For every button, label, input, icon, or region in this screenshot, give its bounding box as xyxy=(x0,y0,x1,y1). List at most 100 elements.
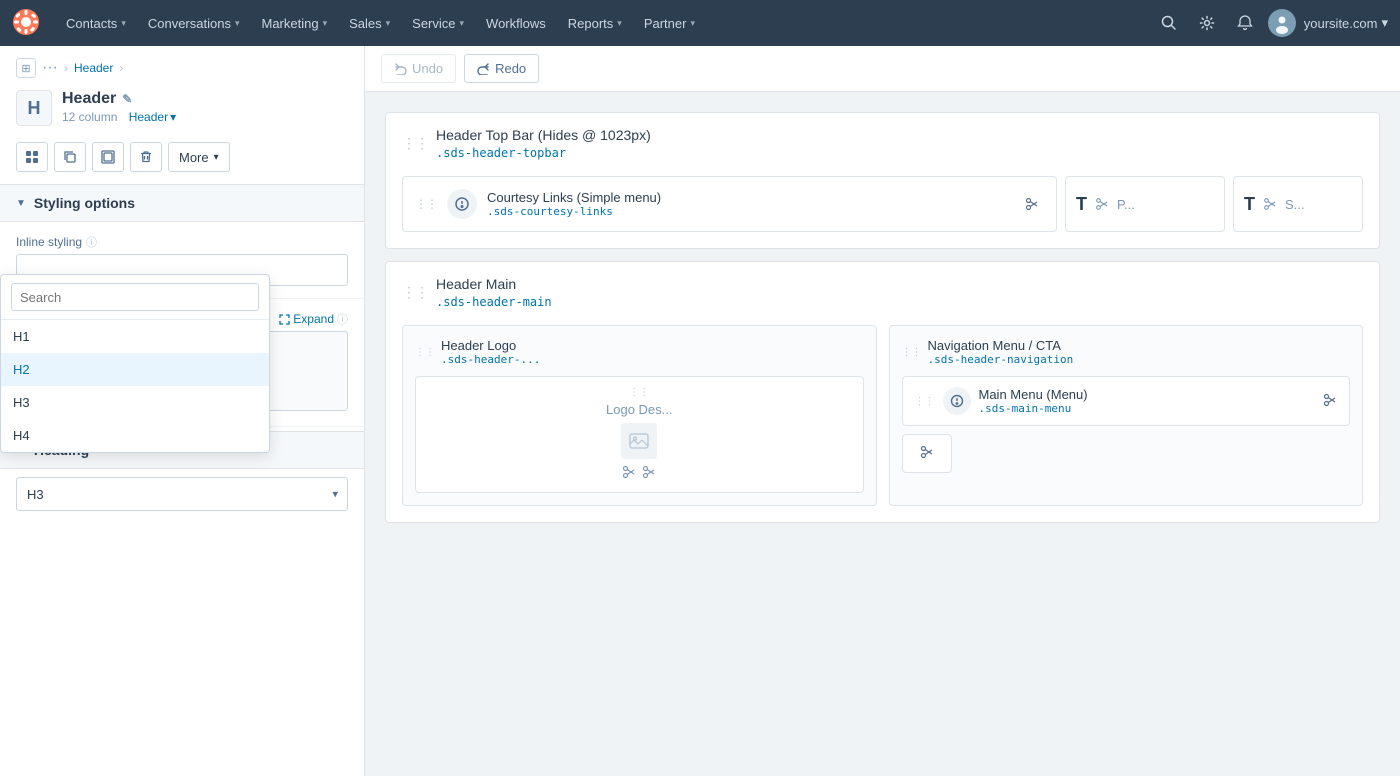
subtitle-caret: ▾ xyxy=(170,110,176,124)
dropdown-option-h4[interactable]: H4 xyxy=(1,419,269,452)
nav-conversations[interactable]: Conversations ▾ xyxy=(138,10,250,37)
partial-scissor-icon[interactable] xyxy=(920,445,934,462)
user-avatar[interactable] xyxy=(1268,9,1296,37)
breadcrumb-sep2: › xyxy=(119,61,123,75)
courtesy-actions xyxy=(1020,192,1044,216)
right-content-area: Undo Redo ⋮⋮ Header Top Bar (Hides @ 102… xyxy=(365,46,1400,776)
module-icon: ⊞ xyxy=(16,58,36,78)
courtesy-scissor-icon[interactable] xyxy=(1020,192,1044,216)
partial-card-2[interactable]: T S... xyxy=(1233,176,1363,232)
nav-contacts[interactable]: Contacts ▾ xyxy=(56,10,136,37)
header-type-link[interactable]: Header ▾ xyxy=(129,110,176,124)
inline-styling-label: Inline styling ⓘ xyxy=(16,234,348,250)
delete-button[interactable] xyxy=(130,142,162,172)
breadcrumb-header-link[interactable]: Header xyxy=(74,61,113,75)
service-caret: ▾ xyxy=(460,18,465,29)
nav-sales[interactable]: Sales ▾ xyxy=(339,10,400,37)
logo-scissor-icon[interactable] xyxy=(622,465,636,482)
courtesy-links-component[interactable]: ⋮⋮ Courtesy Links (Simple menu) .sds-cou… xyxy=(402,176,1057,232)
heading-select-wrapper: H3 ▾ xyxy=(16,477,348,511)
heading-dropdown-menu: H1 H2 H3 H4 xyxy=(0,274,270,453)
breadcrumb-dots[interactable]: ··· xyxy=(42,59,58,77)
partner-caret: ▾ xyxy=(690,18,695,29)
nav-service[interactable]: Service ▾ xyxy=(402,10,474,37)
logo-drag[interactable]: ⋮⋮ xyxy=(629,387,649,398)
nav-reports[interactable]: Reports ▾ xyxy=(558,10,632,37)
main-menu-component[interactable]: ⋮⋮ Main Menu (Menu) .sds-main-me xyxy=(902,376,1351,426)
panel-toolbar: More ▾ xyxy=(0,134,364,184)
undo-button[interactable]: Undo xyxy=(381,54,456,83)
breadcrumb: ⊞ ··· › Header › xyxy=(0,46,364,86)
nav-workflows[interactable]: Workflows xyxy=(476,10,556,37)
left-panel: ⊞ ··· › Header › H Header ✎ 12 column He… xyxy=(0,46,365,776)
header-type-icon: H xyxy=(16,90,52,126)
col2-info: Navigation Menu / CTA .sds-header-naviga… xyxy=(928,338,1074,366)
redo-button[interactable]: Redo xyxy=(464,54,539,83)
copy-button[interactable] xyxy=(54,142,86,172)
more-caret: ▾ xyxy=(214,152,219,163)
partial-card2-text-icon: T xyxy=(1244,194,1255,215)
logo-design-component[interactable]: ⋮⋮ Logo Des... xyxy=(415,376,864,493)
edit-title-icon[interactable]: ✎ xyxy=(122,92,132,106)
wrap-button[interactable] xyxy=(92,142,124,172)
dropdown-search-input[interactable] xyxy=(11,283,259,311)
top-navigation: Contacts ▾ Conversations ▾ Marketing ▾ S… xyxy=(0,0,1400,46)
header-logo-column: ⋮⋮ Header Logo .sds-header-... ⋮⋮ Logo D… xyxy=(402,325,877,506)
main-menu-info: Main Menu (Menu) .sds-main-menu xyxy=(979,387,1316,415)
section2-header-row: ⋮⋮ Header Main .sds-header-main xyxy=(386,262,1379,309)
section2-drag-handle[interactable]: ⋮⋮ xyxy=(402,284,428,301)
logo-image-placeholder xyxy=(621,423,657,459)
marketing-caret: ▾ xyxy=(323,18,328,29)
main-menu-scissor-icon[interactable] xyxy=(1323,393,1337,410)
hubspot-logo[interactable] xyxy=(12,8,40,39)
logo-action2-icon[interactable] xyxy=(642,465,656,482)
domain-caret: ▾ xyxy=(1381,15,1388,31)
heading-select[interactable]: H3 xyxy=(16,477,348,511)
nav-marketing[interactable]: Marketing ▾ xyxy=(251,10,337,37)
nav-menu-column: ⋮⋮ Navigation Menu / CTA .sds-header-nav… xyxy=(889,325,1364,506)
dropdown-option-h1[interactable]: H1 xyxy=(1,320,269,353)
section1-info: Header Top Bar (Hides @ 1023px) .sds-hea… xyxy=(436,127,1363,160)
domain-selector[interactable]: yoursite.com ▾ xyxy=(1304,15,1388,31)
dropdown-option-h2[interactable]: H2 xyxy=(1,353,269,386)
reports-caret: ▾ xyxy=(617,18,622,29)
section1-components: ⋮⋮ Courtesy Links (Simple menu) .sds-cou… xyxy=(386,160,1379,248)
settings-button[interactable] xyxy=(1192,8,1222,38)
search-button[interactable] xyxy=(1154,8,1184,38)
styling-options-label: Styling options xyxy=(34,195,135,211)
sales-caret: ▾ xyxy=(386,18,391,29)
partial-card2-scissor xyxy=(1261,195,1279,213)
col1-drag[interactable]: ⋮⋮ xyxy=(415,347,435,358)
main-menu-drag[interactable]: ⋮⋮ xyxy=(915,396,935,407)
main-layout: ⊞ ··· › Header › H Header ✎ 12 column He… xyxy=(0,46,1400,776)
heading-dropdown-area: H1 H2 H3 H4 H3 ▾ xyxy=(0,469,364,519)
header-topbar-section: ⋮⋮ Header Top Bar (Hides @ 1023px) .sds-… xyxy=(385,112,1380,249)
header-main-section: ⋮⋮ Header Main .sds-header-main ⋮⋮ Heade… xyxy=(385,261,1380,523)
panel-subtitle: 12 column Header ▾ xyxy=(62,110,176,124)
dropdown-option-h3[interactable]: H3 xyxy=(1,386,269,419)
styling-options-section-header[interactable]: ▼ Styling options xyxy=(0,184,364,222)
layout-view-button[interactable] xyxy=(16,142,48,172)
partial-card1-scissor xyxy=(1093,195,1111,213)
contacts-caret: ▾ xyxy=(121,18,126,29)
col1-info: Header Logo .sds-header-... xyxy=(441,338,540,366)
nav-right-controls: yoursite.com ▾ xyxy=(1154,8,1388,38)
styling-options-caret: ▼ xyxy=(16,198,26,209)
main-menu-icon xyxy=(943,387,971,415)
section1-drag-handle[interactable]: ⋮⋮ xyxy=(402,135,428,152)
notifications-button[interactable] xyxy=(1230,8,1260,38)
nav-partner[interactable]: Partner ▾ xyxy=(634,10,705,37)
nav-menu: Contacts ▾ Conversations ▾ Marketing ▾ S… xyxy=(56,10,1154,37)
logo-action-row xyxy=(622,465,656,482)
col2-drag[interactable]: ⋮⋮ xyxy=(902,347,922,358)
more-button[interactable]: More ▾ xyxy=(168,142,230,172)
courtesy-info: Courtesy Links (Simple menu) .sds-courte… xyxy=(487,190,1010,218)
partial-card2-label: S... xyxy=(1285,197,1305,212)
dropdown-search-area xyxy=(1,275,269,320)
inline-styling-info-icon: ⓘ xyxy=(86,234,97,250)
courtesy-drag[interactable]: ⋮⋮ xyxy=(415,197,437,211)
partial-card-1[interactable]: T P... xyxy=(1065,176,1225,232)
section1-header-row: ⋮⋮ Header Top Bar (Hides @ 1023px) .sds-… xyxy=(386,113,1379,160)
expand-button[interactable]: Expand ⓘ xyxy=(279,311,348,327)
partial-button-card[interactable] xyxy=(902,434,952,473)
